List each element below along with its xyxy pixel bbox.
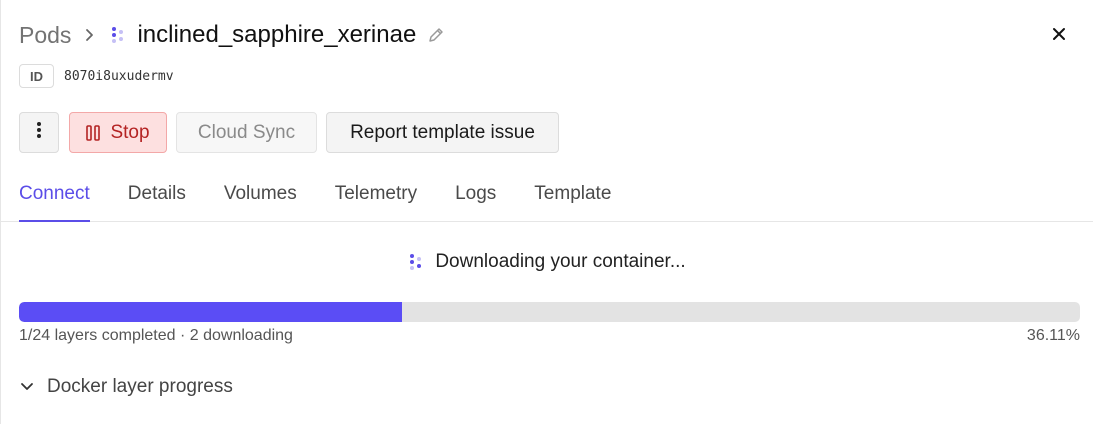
close-icon[interactable] [1047,22,1071,46]
chevron-right-icon [85,28,95,42]
dots-spinner-icon [111,26,124,44]
id-badge: ID [19,64,54,88]
layers-summary: 1/24 layers completed · 2 downloading [19,327,293,344]
pod-name: inclined_sapphire_xerinae [137,21,417,48]
tab-template[interactable]: Template [534,172,611,222]
progress-percent: 36.11% [1026,327,1080,344]
tab-details[interactable]: Details [128,172,186,222]
progress-fill [19,302,403,322]
header: Pods inclined_sapphire_xerinae [19,20,446,50]
more-actions-button[interactable] [19,112,59,153]
dots-spinner-icon [409,253,422,271]
stop-button[interactable]: Stop [69,112,167,153]
cloud-sync-button[interactable]: Cloud Sync [176,112,317,153]
tab-bar: Connect Details Volumes Telemetry Logs T… [1,172,1093,222]
docker-layer-progress-toggle[interactable]: Docker layer progress [19,374,233,400]
docker-layer-progress-label: Docker layer progress [47,376,233,397]
stop-button-label: Stop [110,121,150,143]
toolbar: Stop Cloud Sync Report template issue [19,112,559,153]
id-row: ID 8070i8uxudermv [19,64,174,88]
tab-connect[interactable]: Connect [19,172,90,222]
chevron-down-icon [19,382,35,392]
tab-telemetry[interactable]: Telemetry [335,172,417,222]
pod-detail-panel: Pods inclined_sapphire_xerinae ID 8070i8… [0,0,1093,424]
download-progress-bar [19,302,1080,322]
download-status: Downloading your container... [1,251,1093,273]
breadcrumb-pods-link[interactable]: Pods [19,22,71,49]
report-template-issue-button[interactable]: Report template issue [326,112,559,153]
status-text: Downloading your container... [435,251,686,272]
tab-volumes[interactable]: Volumes [224,172,297,222]
pod-id-value: 8070i8uxudermv [64,68,174,84]
pause-icon [86,124,101,142]
vertical-dots-icon [36,121,42,145]
tab-logs[interactable]: Logs [455,172,496,222]
pencil-icon[interactable] [426,25,446,45]
progress-meta: 1/24 layers completed · 2 downloading 36… [19,327,1080,345]
